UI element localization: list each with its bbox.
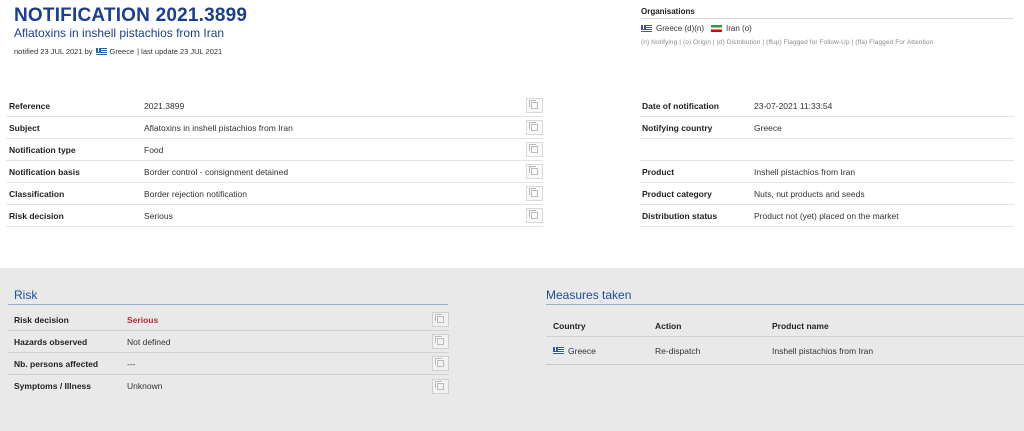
detail-row-product: Product Inshell pistachios from Iran [640, 161, 1014, 183]
organisations-legend: (n) Notifying | (o) Origin | (d) Distrib… [641, 39, 934, 46]
measures-divider [546, 304, 1024, 305]
measure-country-name: Greece [568, 345, 596, 356]
copy-icon[interactable] [526, 142, 543, 157]
detail-value: Serious [144, 210, 173, 221]
detail-value: 2021.3899 [144, 100, 185, 111]
detail-row-date-of-notification: Date of notification 23-07-2021 11:33:54 [640, 95, 1014, 117]
organisation-item[interactable]: Greece (d)(n) [656, 24, 704, 33]
column-header-country: Country [553, 320, 586, 331]
detail-label: Date of notification [642, 100, 719, 111]
copy-icon[interactable] [526, 186, 543, 201]
measures-title: Measures taken [546, 288, 632, 302]
table-row: Greece Re-dispatch Inshell pistachios fr… [546, 337, 1024, 365]
copy-icon[interactable] [432, 356, 449, 371]
risk-divider [8, 304, 448, 305]
measure-product: Inshell pistachios from Iran [772, 345, 874, 356]
risk-label: Risk decision [14, 314, 69, 325]
risk-label: Hazards observed [14, 336, 88, 347]
risk-table: Risk decision Serious Hazards observed N… [8, 309, 449, 397]
detail-label: Product category [642, 188, 712, 199]
risk-value: Serious [127, 314, 159, 325]
notified-country: Greece [109, 47, 135, 56]
greece-flag-icon [95, 48, 107, 55]
copy-icon[interactable] [432, 312, 449, 327]
detail-label: Risk decision [9, 210, 64, 221]
measures-table-header: Country Action Product name [546, 315, 1024, 337]
organisations-title: Organisations [641, 7, 1013, 19]
detail-value: Food [144, 144, 164, 155]
organisations-panel: Organisations Greece (d)(n) Iran (o) (n)… [641, 7, 1013, 46]
detail-label: Reference [9, 100, 51, 111]
detail-value: Product not (yet) placed on the market [754, 210, 899, 221]
measure-country: Greece [546, 346, 655, 356]
details-left: Reference 2021.3899 Subject Aflatoxins i… [6, 95, 543, 227]
detail-row-risk-decision: Risk decision Serious [6, 205, 543, 227]
detail-label: Classification [9, 188, 65, 199]
copy-icon[interactable] [526, 98, 543, 113]
detail-value: 23-07-2021 11:33:54 [754, 100, 833, 111]
measure-action: Re-dispatch [655, 345, 701, 356]
detail-label: Notifying country [642, 122, 713, 133]
copy-icon[interactable] [526, 120, 543, 135]
detail-row-distribution-status: Distribution status Product not (yet) pl… [640, 205, 1014, 227]
detail-row-reference: Reference 2021.3899 [6, 95, 543, 117]
detail-value: Aflatoxins in inshell pistachios from Ir… [144, 122, 293, 133]
last-update: | last update 23 JUL 2021 [137, 47, 223, 56]
notified-prefix: notified 23 JUL 2021 by [14, 47, 93, 56]
risk-label: Nb. persons affected [14, 358, 99, 369]
measures-table: Country Action Product name Greece Re-di… [546, 315, 1024, 365]
detail-label: Notification basis [9, 166, 80, 177]
detail-row-notification-basis: Notification basis Border control - cons… [6, 161, 543, 183]
detail-row-product-category: Product category Nuts, nut products and … [640, 183, 1014, 205]
risk-value: --- [127, 358, 136, 369]
detail-value: Nuts, nut products and seeds [754, 188, 865, 199]
risk-label: Symptoms / Illness [14, 381, 91, 391]
greece-flag-icon [641, 25, 652, 32]
detail-row-empty [640, 139, 1014, 161]
detail-row-subject: Subject Aflatoxins in inshell pistachios… [6, 117, 543, 139]
risk-value: Not defined [127, 336, 171, 347]
details-right: Date of notification 23-07-2021 11:33:54… [640, 95, 1014, 227]
notified-info: notified 23 JUL 2021 by Greece | last up… [14, 47, 247, 56]
detail-value: Greece [754, 122, 782, 133]
detail-value: Border rejection notification [144, 188, 248, 199]
page-subtitle: Aflatoxins in inshell pistachios from Ir… [14, 26, 225, 40]
copy-icon[interactable] [526, 208, 543, 223]
greece-flag-icon [553, 347, 564, 354]
organisation-item[interactable]: Iran (o) [726, 24, 752, 33]
risk-row: Nb. persons affected --- [8, 353, 449, 375]
column-header-product: Product name [772, 320, 829, 331]
copy-icon[interactable] [432, 378, 449, 394]
detail-value: Border control - consignment detained [144, 166, 289, 177]
detail-label: Product [642, 166, 675, 177]
iran-flag-icon [711, 25, 723, 32]
detail-label: Subject [9, 122, 40, 133]
organisations-list: Greece (d)(n) Iran (o) [641, 24, 1013, 33]
copy-icon[interactable] [432, 334, 449, 349]
detail-value: Inshell pistachios from Iran [754, 166, 856, 177]
notification-header: NOTIFICATION 2021.3899 Aflatoxins in ins… [14, 5, 248, 57]
risk-row: Risk decision Serious [8, 309, 449, 331]
risk-value: Unknown [127, 381, 163, 391]
detail-label: Distribution status [642, 210, 718, 221]
detail-label: Notification type [9, 144, 76, 155]
risk-row: Symptoms / Illness Unknown [8, 375, 449, 397]
detail-row-notifying-country: Notifying country Greece [640, 117, 1014, 139]
column-header-action: Action [655, 320, 682, 331]
detail-row-notification-type: Notification type Food [6, 139, 543, 161]
page-title: NOTIFICATION 2021.3899 [14, 5, 248, 26]
risk-row: Hazards observed Not defined [8, 331, 449, 353]
detail-row-classification: Classification Border rejection notifica… [6, 183, 543, 205]
risk-title: Risk [14, 288, 38, 302]
copy-icon[interactable] [526, 164, 543, 179]
